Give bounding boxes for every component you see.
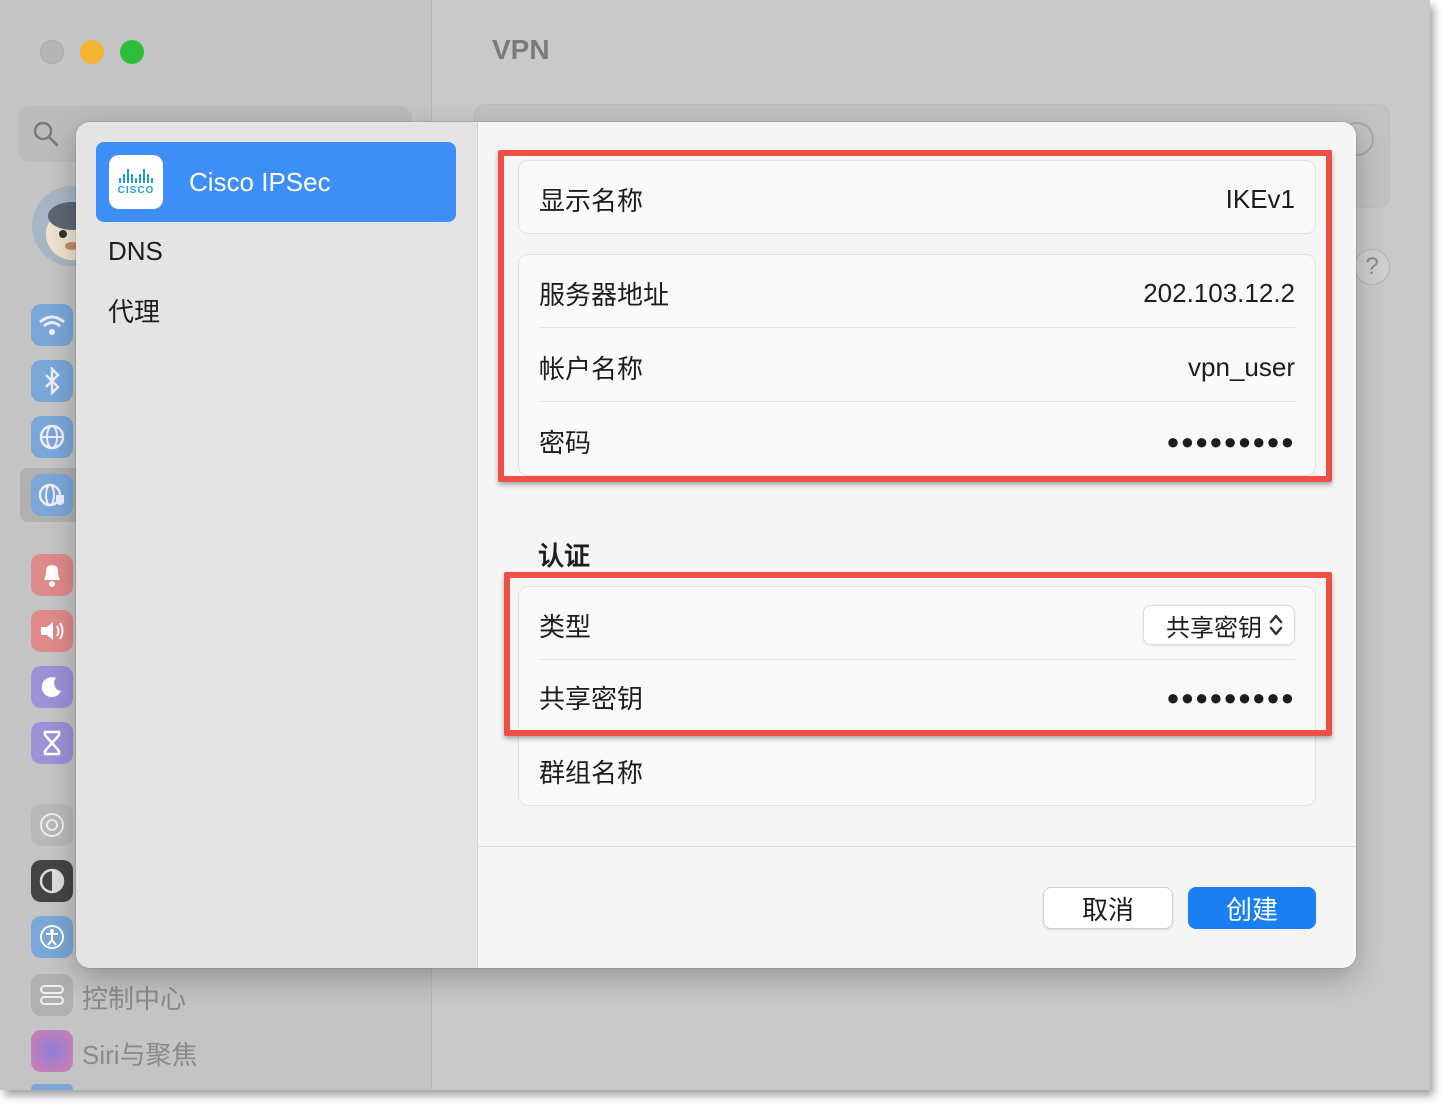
vpn-config-sheet: CISCO Cisco IPSec DNS 代理 [76, 122, 1356, 968]
account-name-label: 帐户名称 [539, 354, 644, 384]
divider [539, 327, 1295, 328]
divider [539, 401, 1295, 402]
cancel-button[interactable]: 取消 [1043, 887, 1173, 929]
cisco-logo-icon: CISCO [109, 155, 163, 209]
sound-icon[interactable] [31, 610, 73, 652]
display-name-card: 显示名称 IKEv1 [518, 160, 1316, 234]
config-form-pane [478, 122, 1356, 968]
cisco-logo-text: CISCO [117, 184, 155, 196]
window-minimize-button[interactable] [80, 40, 104, 64]
account-name-row[interactable]: 帐户名称 vpn_user [539, 349, 1295, 386]
chevron-updown-icon [1269, 614, 1283, 636]
auth-type-row: 类型 共享密钥 [539, 605, 1295, 645]
shared-secret-label: 共享密钥 [539, 684, 644, 714]
control-center-icon[interactable] [31, 974, 73, 1016]
service-item-label: Cisco IPSec [189, 166, 331, 197]
group-name-row[interactable]: 群组名称 [539, 753, 1295, 790]
auth-type-popup[interactable]: 共享密钥 [1143, 605, 1295, 645]
auth-section-title: 认证 [538, 541, 591, 571]
window-zoom-button[interactable] [120, 40, 144, 64]
window-title: VPN [492, 34, 550, 65]
search-icon [33, 121, 59, 147]
create-button[interactable]: 创建 [1188, 887, 1316, 929]
vpn-globe-icon[interactable] [31, 474, 73, 516]
auth-type-value: 共享密钥 [1166, 614, 1262, 642]
auth-card: 类型 共享密钥 共享密钥 ●●●●●●●●● 群组名称 [518, 586, 1316, 806]
display-name-label: 显示名称 [539, 186, 644, 216]
server-address-row[interactable]: 服务器地址 202.103.12.2 [539, 275, 1295, 312]
password-label: 密码 [539, 428, 592, 458]
server-card: 服务器地址 202.103.12.2 帐户名称 vpn_user 密码 ●●●●… [518, 254, 1316, 476]
service-item-dns[interactable]: DNS [108, 236, 163, 267]
display-name-field[interactable]: IKEv1 [1226, 184, 1295, 215]
display-name-row[interactable]: 显示名称 IKEv1 [539, 181, 1295, 218]
globe-icon[interactable] [31, 416, 73, 458]
footer-divider [478, 846, 1356, 847]
group-name-label: 群组名称 [539, 758, 644, 788]
general-gear-icon[interactable] [31, 804, 73, 846]
service-list: CISCO Cisco IPSec DNS 代理 [76, 122, 478, 968]
notifications-icon[interactable] [31, 554, 73, 596]
bluetooth-icon[interactable] [31, 360, 73, 402]
account-name-field[interactable]: vpn_user [1188, 352, 1295, 383]
help-button[interactable]: ? [1354, 249, 1390, 285]
password-field[interactable]: ●●●●●●●●● [1166, 429, 1295, 455]
accessibility-icon[interactable] [31, 916, 73, 958]
wifi-icon[interactable] [31, 304, 73, 346]
server-address-label: 服务器地址 [539, 280, 670, 310]
service-item-proxy[interactable]: 代理 [108, 292, 160, 329]
focus-moon-icon[interactable] [31, 666, 73, 708]
password-row[interactable]: 密码 ●●●●●●●●● [539, 423, 1295, 460]
auth-type-label: 类型 [539, 611, 592, 642]
shared-secret-field[interactable]: ●●●●●●●●● [1166, 685, 1295, 711]
server-address-field[interactable]: 202.103.12.2 [1143, 278, 1295, 309]
service-item-cisco-ipsec[interactable]: CISCO Cisco IPSec [96, 142, 456, 222]
shared-secret-row[interactable]: 共享密钥 ●●●●●●●●● [539, 679, 1295, 716]
sidebar-item-siri[interactable]: Siri与聚焦 [82, 1035, 198, 1072]
window-close-button[interactable] [40, 40, 64, 64]
siri-icon[interactable] [31, 1030, 73, 1072]
appearance-icon[interactable] [31, 860, 73, 902]
sidebar-item-control-center[interactable]: 控制中心 [82, 979, 186, 1016]
sidebar-item-partial [31, 1084, 73, 1090]
divider [539, 659, 1295, 660]
screen-time-icon[interactable] [31, 722, 73, 764]
